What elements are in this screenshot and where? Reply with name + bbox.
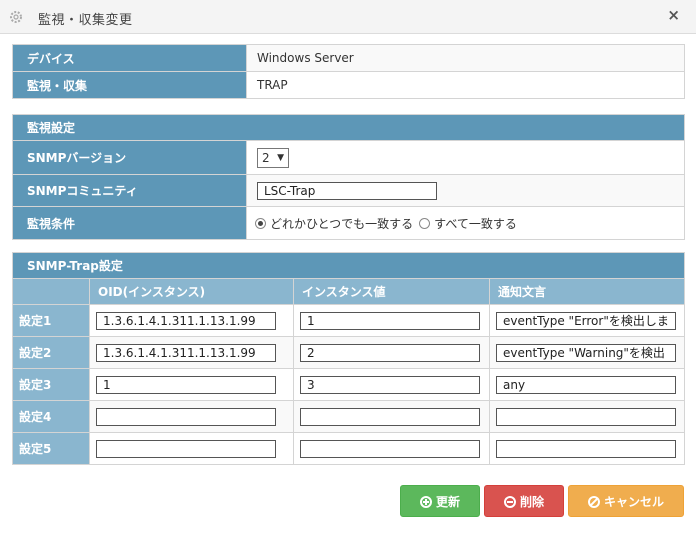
row-label: 設定5 [12,432,90,465]
oid-input[interactable]: 1.3.6.1.4.1.311.1.13.1.99 [96,311,276,330]
snmp-community-label: SNMPコミュニティ [12,174,247,207]
monitor-settings-header: 監視設定 [11,114,686,141]
close-icon[interactable]: × [667,6,680,24]
oid-input[interactable]: 1.3.6.1.4.1.311.1.13.1.99 [96,343,276,362]
snmp-community-input[interactable]: LSC-Trap [257,181,437,200]
plus-circle-icon [419,496,432,508]
message-input[interactable]: any [496,375,676,394]
row-label: 設定3 [12,368,90,401]
row-label: 設定2 [12,336,90,369]
trap-settings-table: SNMP-Trap設定 OID(インスタンス) インスタンス値 通知文言 設定1… [11,252,686,465]
device-table: デバイス Windows Server 監視・収集 TRAP [12,44,685,99]
condition-any-radio[interactable] [255,217,266,229]
oid-input[interactable] [96,407,276,426]
instance-input[interactable] [300,439,480,458]
cancel-button[interactable]: キャンセル [568,485,684,517]
instance-input[interactable] [300,407,480,426]
snmp-version-select[interactable]: 2 ▼ [257,147,289,168]
delete-button[interactable]: 削除 [484,485,564,517]
message-input[interactable]: eventType "Warning"を検出 [496,343,676,362]
table-row: 設定1 1.3.6.1.4.1.311.1.13.1.99 1 eventTyp… [12,304,686,337]
instance-input[interactable]: 3 [300,375,480,394]
condition-all-radio[interactable] [419,217,431,229]
condition-all-label: すべて一致する [434,216,517,231]
oid-input[interactable]: 1 [96,375,276,394]
oid-input[interactable] [96,439,276,458]
table-row: 設定3 1 3 any [12,368,686,401]
monitor-condition-label: 監視条件 [12,206,247,240]
ban-icon [587,496,600,508]
monitor-settings-table: 監視設定 SNMPバージョン 2 ▼ SNMPコミュニティ LSC-Trap 監… [11,114,686,240]
gear-icon [10,11,22,23]
minus-circle-icon [503,496,516,508]
device-label: デバイス [12,44,247,72]
message-input[interactable] [496,407,676,426]
monitor-type-value: TRAP [246,71,685,99]
dialog-title: 監視・収集変更 [38,13,133,28]
table-row: 設定2 1.3.6.1.4.1.311.1.13.1.99 2 eventTyp… [12,336,686,369]
message-input[interactable]: eventType "Error"を検出しま [496,311,676,330]
update-button[interactable]: 更新 [400,485,480,517]
col-oid-header: OID(インスタンス) [89,278,294,305]
snmp-version-label: SNMPバージョン [12,140,247,175]
trap-settings-header: SNMP-Trap設定 [11,252,686,279]
instance-input[interactable]: 1 [300,311,480,330]
table-row: 設定4 [12,400,686,433]
col-message-header: 通知文言 [488,278,686,305]
dialog-titlebar: 監視・収集変更 × [0,0,696,34]
condition-any-label: どれかひとつでも一致する [270,216,414,231]
table-row: 設定5 [12,432,686,465]
dropdown-arrow-icon: ▼ [277,152,284,163]
col-instance-header: インスタンス値 [293,278,490,305]
row-label: 設定1 [12,304,90,337]
row-label: 設定4 [12,400,90,433]
message-input[interactable] [496,439,676,458]
device-value: Windows Server [246,44,685,72]
monitor-type-label: 監視・収集 [12,71,247,99]
instance-input[interactable]: 2 [300,343,480,362]
